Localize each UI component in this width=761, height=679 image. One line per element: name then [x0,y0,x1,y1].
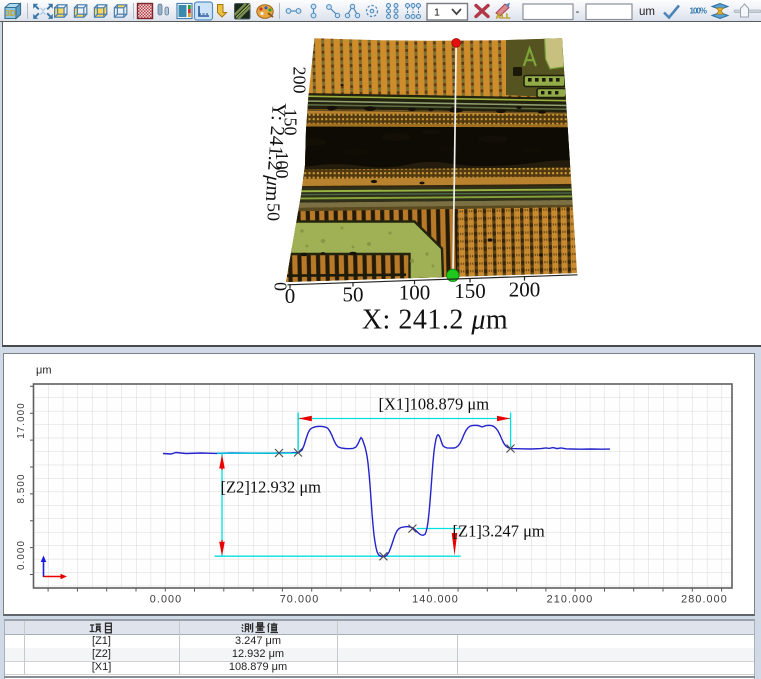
svg-text:[X1]108.879 μm: [X1]108.879 μm [379,395,490,414]
svg-text:8.500: 8.500 [16,473,27,503]
svg-text:50: 50 [343,283,364,307]
svg-text:280.000: 280.000 [681,594,728,606]
svg-text:X: 241.2 μm: X: 241.2 μm [362,305,508,336]
svg-text:150: 150 [454,279,486,303]
svg-text:100%: 100% [690,7,707,16]
svg-text:um: um [639,6,655,18]
svg-text:17.000: 17.000 [16,402,27,439]
svg-text:140.000: 140.000 [412,594,459,606]
svg-text:0.000: 0.000 [150,594,183,606]
svg-text:200: 200 [509,278,541,302]
svg-text:[Z1]3.247 μm: [Z1]3.247 μm [453,522,545,541]
svg-text:1: 1 [434,7,440,19]
svg-text:200: 200 [289,67,309,94]
svg-text:0.000: 0.000 [16,540,27,570]
svg-text:μm: μm [36,365,52,377]
svg-text:ALL: ALL [496,12,511,21]
svg-text:Y: 241.2 μm: Y: 241.2 μm [261,102,290,203]
svg-text:70.000: 70.000 [280,594,320,606]
svg-text:-: - [576,6,580,18]
svg-text:210.000: 210.000 [547,594,594,606]
svg-text:0: 0 [270,282,290,291]
svg-text:3D: 3D [5,9,15,18]
svg-text:[Z2]12.932 μm: [Z2]12.932 μm [221,478,322,497]
svg-text:50: 50 [263,203,283,221]
svg-text:100: 100 [399,281,431,305]
